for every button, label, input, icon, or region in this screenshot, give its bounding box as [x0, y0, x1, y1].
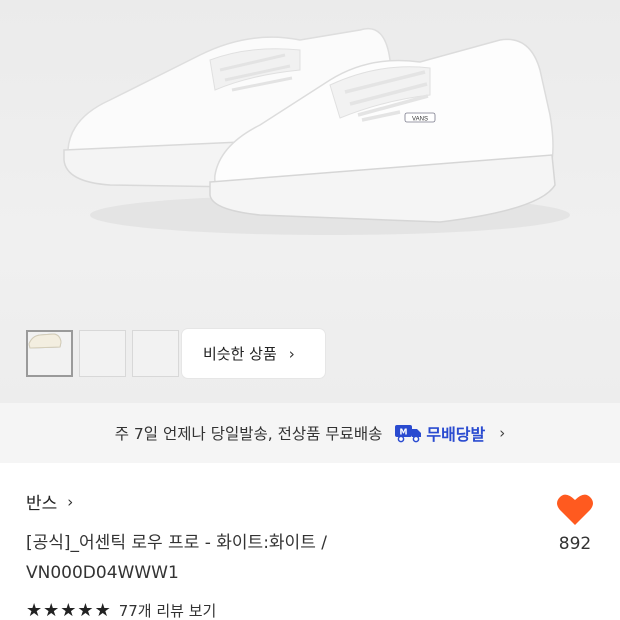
- chevron-right-icon: ›: [499, 424, 506, 442]
- delivery-banner[interactable]: 주 7일 언제나 당일발송, 전상품 무료배송 M 무배당발 ›: [0, 403, 620, 463]
- star-icon: ★: [60, 599, 77, 620]
- cream-shoe-thumb-icon: [28, 333, 62, 349]
- delivery-text: 주 7일 언제나 당일발송, 전상품 무료배송: [114, 425, 383, 443]
- vans-logo: VANS: [412, 117, 428, 123]
- review-link[interactable]: 77개 리뷰 보기: [119, 600, 217, 620]
- product-title: [공식]_어센틱 로우 프로 - 화이트:화이트 / VN000D04WWW1: [26, 528, 546, 588]
- star-icon: ★: [26, 599, 43, 620]
- like-count: 892: [558, 534, 592, 554]
- heart-icon: [557, 494, 593, 525]
- brand-link[interactable]: 반스 ›: [26, 489, 74, 515]
- star-icon: ★: [43, 599, 60, 620]
- thumbnail-2[interactable]: [28, 330, 126, 377]
- star-icon: ★: [94, 599, 111, 620]
- thumbnail-3[interactable]: [28, 330, 179, 377]
- delivery-service-name: 무배당발: [426, 425, 486, 444]
- similar-products-button[interactable]: 비슷한 상품 ›: [182, 329, 325, 378]
- star-icon: ★: [77, 599, 94, 620]
- like-button[interactable]: 892: [552, 492, 598, 554]
- similar-products-label: 비슷한 상품: [203, 345, 277, 363]
- product-title-line-1: [공식]_어센틱 로우 프로 - 화이트:화이트 /: [26, 533, 327, 553]
- brand-name: 반스: [26, 494, 58, 514]
- chevron-right-icon: ›: [288, 344, 295, 363]
- svg-text:M: M: [400, 428, 408, 437]
- star-rating: ★ ★ ★ ★ ★: [26, 599, 111, 620]
- rating-row[interactable]: ★ ★ ★ ★ ★ 77개 리뷰 보기: [26, 600, 216, 620]
- product-image[interactable]: VANS 비슷한 상품 ›: [0, 0, 620, 403]
- product-title-line-2: VN000D04WWW1: [26, 563, 179, 583]
- chevron-right-icon: ›: [67, 492, 74, 511]
- truck-icon: M: [394, 423, 422, 443]
- thumbnail-strip: [26, 330, 179, 377]
